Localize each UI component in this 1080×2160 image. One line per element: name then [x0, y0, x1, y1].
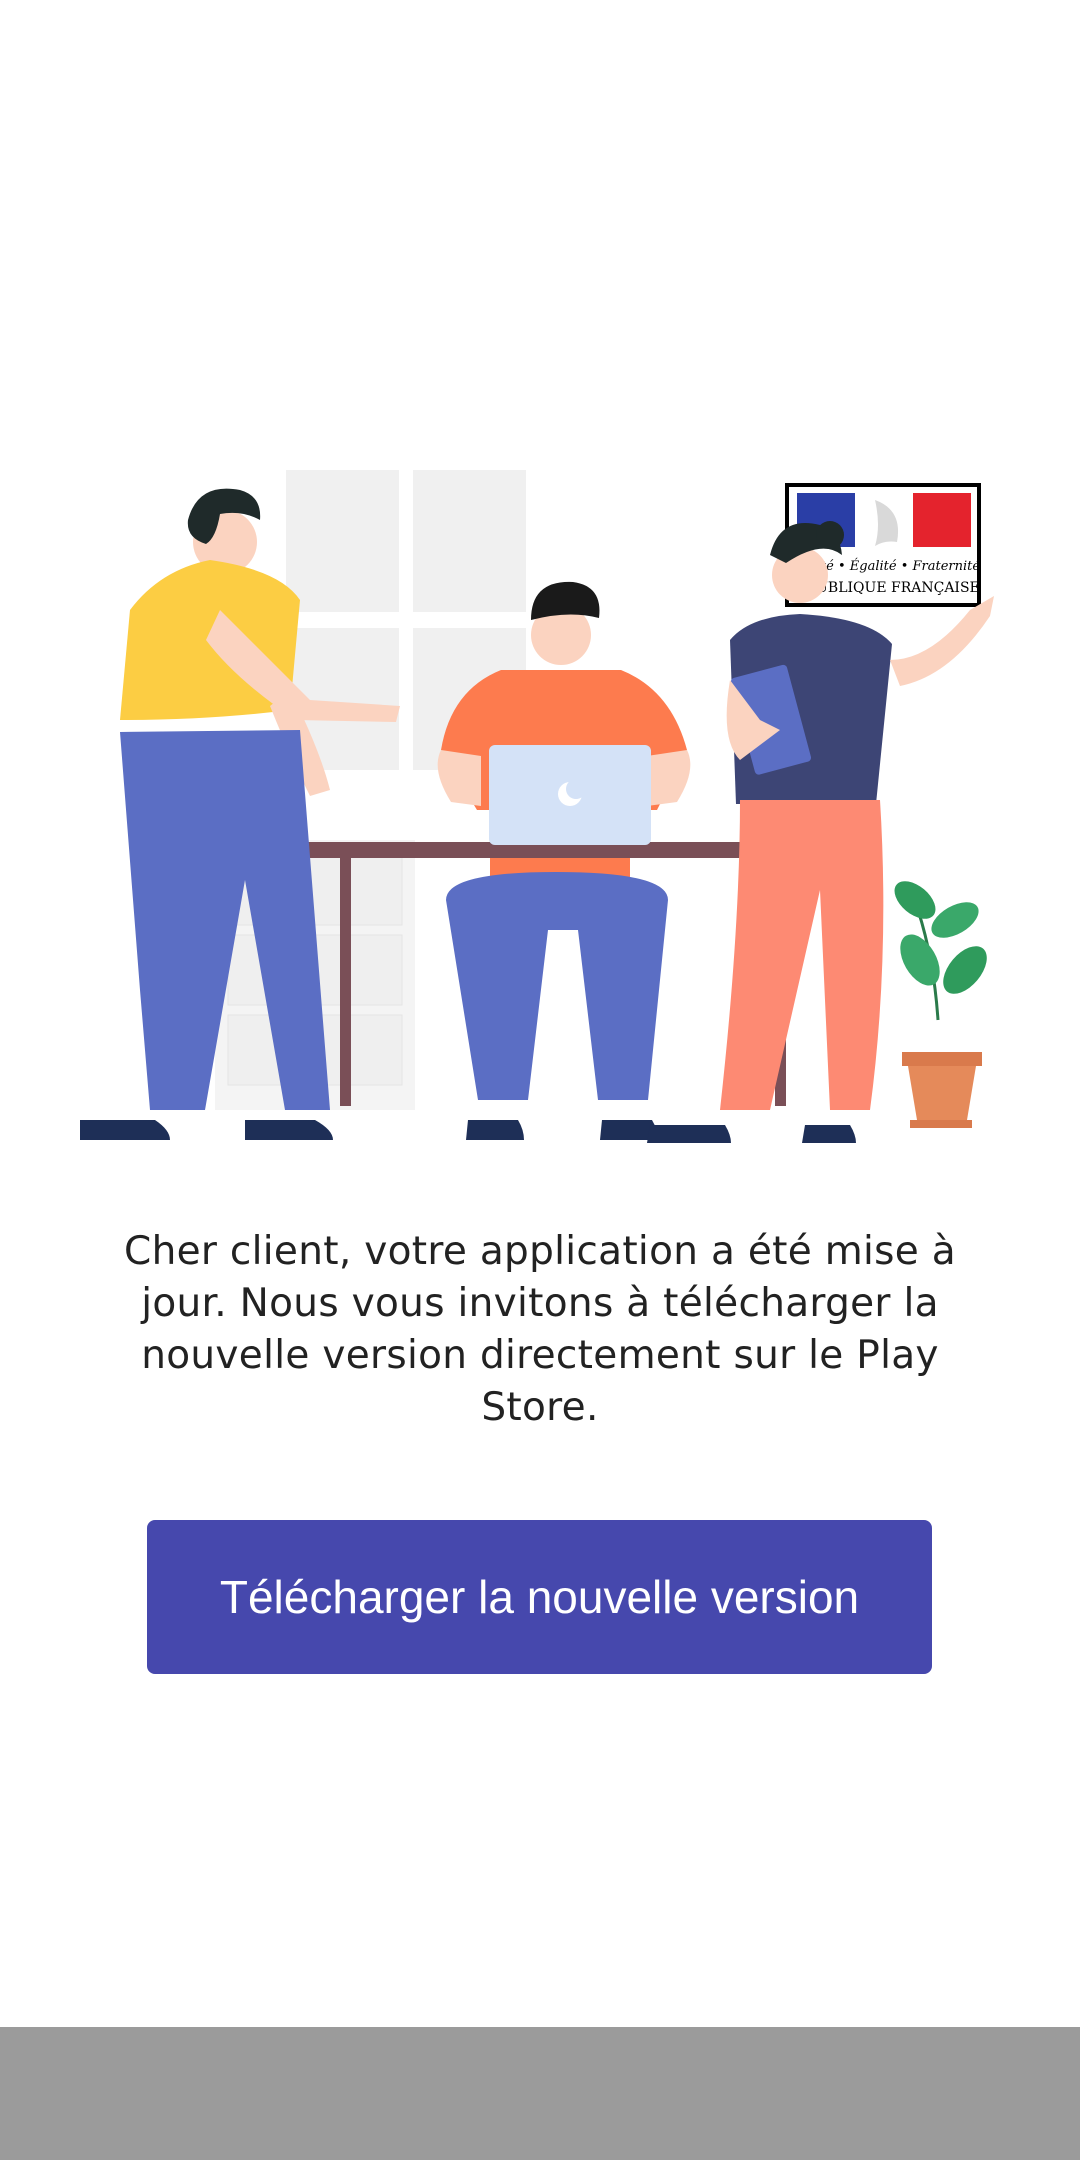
- standing-woman: [647, 521, 994, 1143]
- system-navigation-bar: [0, 2027, 1080, 2160]
- update-message: Cher client, votre application a été mis…: [124, 1229, 956, 1430]
- download-new-version-button[interactable]: Télécharger la nouvelle version: [147, 1520, 932, 1674]
- potted-plant: [894, 881, 987, 1128]
- update-screen: Liberté • Égalité • Fraternité RÉPUBLIQU…: [0, 0, 1080, 2160]
- team-working-illustration: Liberté • Égalité • Fraternité RÉPUBLIQU…: [70, 460, 1010, 1160]
- laptop: [489, 745, 651, 845]
